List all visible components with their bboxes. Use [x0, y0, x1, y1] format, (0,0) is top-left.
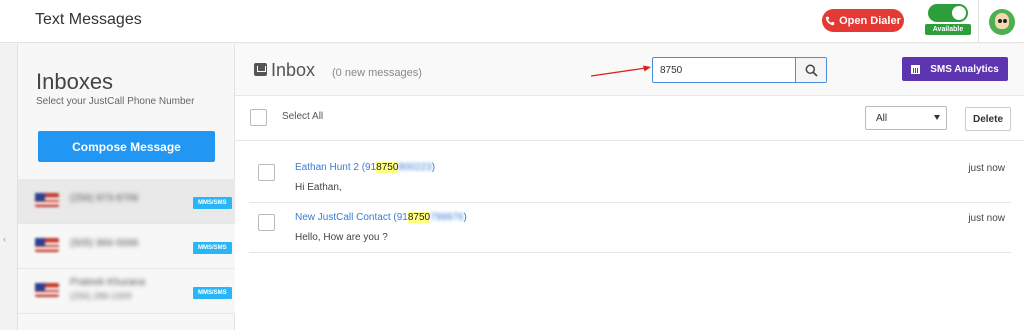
sender-paren: ) — [463, 212, 467, 223]
sender-name: New JustCall Contact (91 — [295, 212, 408, 223]
open-dialer-button[interactable]: Open Dialer — [822, 9, 904, 32]
message-checkbox[interactable] — [258, 164, 275, 181]
us-flag-icon — [35, 283, 59, 297]
sender-paren: ) — [431, 162, 436, 173]
sms-analytics-label: SMS Analytics — [930, 63, 999, 75]
phone-number-list: (256) 973-9706 MMS/SMS (505) 966-5696 MM… — [18, 179, 235, 314]
avatar[interactable] — [988, 8, 1015, 35]
select-all-label: Select All — [282, 111, 324, 122]
filter-dropdown[interactable]: All — [865, 106, 947, 130]
inbox-title: Inbox — [271, 60, 316, 80]
phone-number-name: Prateek Khurana — [70, 277, 146, 288]
message-row[interactable]: Eathan Hunt 2 (918750800223) Hi Eathan, … — [249, 154, 1011, 203]
phone-number-item[interactable]: (256) 973-9706 MMS/SMS — [18, 179, 235, 224]
compose-message-button[interactable]: Compose Message — [38, 131, 215, 162]
message-row[interactable]: New JustCall Contact (918750799976) Hell… — [249, 204, 1011, 253]
red-arrow-annotation — [590, 65, 651, 77]
sidebar-title: Inboxes — [36, 69, 114, 94]
search-highlight: 8750 — [376, 162, 399, 173]
search-button[interactable] — [795, 58, 826, 82]
filter-value: All — [876, 113, 888, 124]
new-message-count: (0 new messages) — [332, 67, 422, 79]
top-bar: Text Messages Open Dialer Available — [0, 0, 1024, 43]
mms-sms-badge: MMS/SMS — [193, 287, 232, 299]
phone-number: (256) 286-1909 — [70, 291, 132, 301]
mms-sms-badge: MMS/SMS — [193, 242, 232, 254]
delete-button[interactable]: Delete — [965, 107, 1011, 131]
avatar-eye — [1002, 18, 1007, 23]
bar-chart-icon — [911, 64, 921, 74]
sms-analytics-button[interactable]: SMS Analytics — [902, 57, 1008, 81]
select-all-checkbox[interactable] — [250, 109, 267, 126]
availability-toggle[interactable]: Available — [925, 4, 971, 35]
search-input[interactable] — [653, 58, 796, 82]
inboxes-sidebar: Inboxes Select your JustCall Phone Numbe… — [18, 44, 235, 330]
message-sender[interactable]: New JustCall Contact (918750799976) — [295, 212, 467, 223]
status-badge: Available — [925, 24, 971, 35]
message-timestamp: just now — [968, 213, 1005, 224]
inbox-header: Inbox (0 new messages) SMS Analytics — [235, 44, 1024, 96]
message-toolbar: Select All All Delete — [235, 97, 1024, 141]
sender-number-rest: 799976 — [430, 212, 464, 223]
open-dialer-label: Open Dialer — [839, 14, 901, 27]
avatar-eye — [997, 18, 1002, 23]
search-icon — [805, 64, 818, 77]
message-preview: Hi Eathan, — [295, 182, 342, 193]
phone-number: (256) 973-9706 — [70, 193, 139, 204]
phone-icon — [825, 16, 835, 25]
toggle-knob — [952, 6, 966, 20]
message-sender[interactable]: Eathan Hunt 2 (918750800223) — [295, 162, 435, 173]
inbox-panel: Inbox (0 new messages) SMS Analytics Sel… — [235, 44, 1024, 330]
collapsed-nav-strip[interactable]: ‹ — [0, 44, 18, 330]
phone-number: (505) 966-5696 — [70, 238, 139, 249]
search-box — [652, 57, 827, 83]
message-timestamp: just now — [968, 163, 1005, 174]
phone-number-item[interactable]: Prateek Khurana (256) 286-1909 MMS/SMS — [18, 269, 235, 314]
us-flag-icon — [35, 193, 59, 207]
message-checkbox[interactable] — [258, 214, 275, 231]
inbox-icon — [254, 63, 267, 76]
sender-number-rest: 800223 — [398, 162, 432, 173]
avatar-container[interactable] — [978, 0, 1024, 43]
chevron-left-icon[interactable]: ‹ — [3, 234, 6, 244]
mms-sms-badge: MMS/SMS — [193, 197, 232, 209]
toggle-switch[interactable] — [928, 4, 968, 22]
message-preview: Hello, How are you ? — [295, 232, 388, 243]
us-flag-icon — [35, 238, 59, 252]
page-title: Text Messages — [35, 11, 142, 28]
caret-down-icon — [934, 115, 940, 120]
sender-name: Eathan Hunt 2 (91 — [295, 162, 377, 173]
search-highlight: 8750 — [407, 212, 431, 223]
sidebar-subtitle: Select your JustCall Phone Number — [36, 96, 195, 107]
phone-number-item[interactable]: (505) 966-5696 MMS/SMS — [18, 224, 235, 269]
